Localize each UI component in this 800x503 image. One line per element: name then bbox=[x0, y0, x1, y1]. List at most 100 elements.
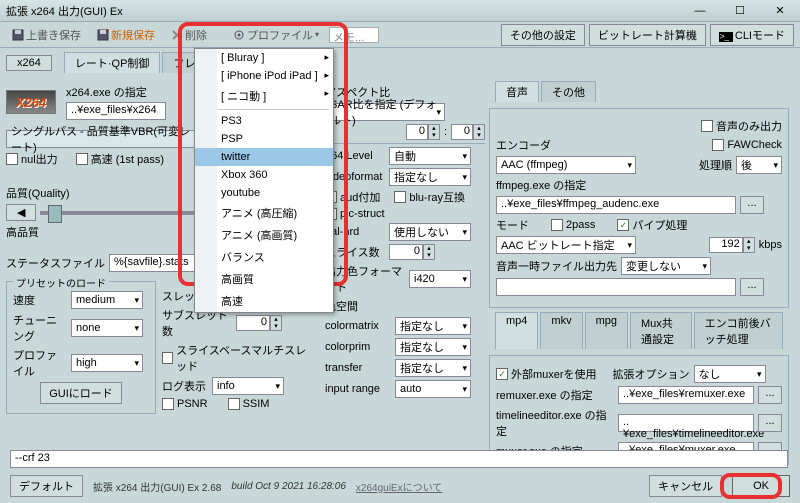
quality-left[interactable]: ◀ bbox=[6, 204, 36, 221]
profile-item-9[interactable]: アニメ (高画質) bbox=[195, 224, 333, 246]
profile-item-8[interactable]: アニメ (高圧縮) bbox=[195, 202, 333, 224]
vfmt-combo[interactable]: 指定なし bbox=[389, 168, 471, 186]
tr-label: transfer bbox=[325, 362, 391, 374]
pipe-checkbox[interactable]: ✓パイプ処理 bbox=[617, 217, 687, 233]
subtab-rate[interactable]: レート·QP制御 bbox=[64, 52, 161, 73]
level-combo[interactable]: 自動 bbox=[389, 147, 471, 165]
delete-button[interactable]: 削除 bbox=[165, 25, 213, 45]
maximize-button[interactable]: ☐ bbox=[720, 0, 760, 22]
ffpath-input[interactable]: ..¥exe_files¥ffmpeg_audenc.exe bbox=[496, 196, 736, 214]
quality-hi-label: 高品質 bbox=[6, 224, 39, 240]
kbps-label: kbps bbox=[759, 239, 782, 251]
other-settings-button[interactable]: その他の設定 bbox=[501, 24, 585, 46]
profile-item-1[interactable]: [ iPhone iPod iPad ] bbox=[195, 67, 333, 85]
memo-input[interactable]: メモ... bbox=[329, 27, 379, 43]
2pass-checkbox[interactable]: 2pass bbox=[551, 219, 595, 231]
ratemode-combo[interactable]: シングルパス - 品質基準VBR(可変レート) bbox=[6, 130, 206, 148]
gear-icon bbox=[233, 29, 245, 41]
close-button[interactable]: ✕ bbox=[760, 0, 800, 22]
minimize-button[interactable]: — bbox=[680, 0, 720, 22]
profile-item-11[interactable]: 高画質 bbox=[195, 268, 333, 290]
preset-group-label: プリセットのロード bbox=[13, 275, 109, 290]
muxtab-common[interactable]: Mux共通設定 bbox=[630, 312, 692, 349]
encoder-combo[interactable]: AAC (ffmpeg) bbox=[496, 156, 636, 174]
vfmt-label: videoformat bbox=[325, 171, 385, 183]
x264-tab[interactable]: x264 bbox=[6, 55, 52, 71]
newsave-button[interactable]: +新規保存 bbox=[91, 25, 161, 45]
remux-browse[interactable]: ... bbox=[758, 386, 782, 404]
quality-slider[interactable] bbox=[40, 211, 200, 215]
cancel-button[interactable]: キャンセル bbox=[649, 475, 722, 497]
bitrate-calc-button[interactable]: ビットレート計算機 bbox=[589, 24, 706, 46]
muxtab-batch[interactable]: エンコ前後バッチ処理 bbox=[694, 312, 783, 349]
log-label: ログ表示 bbox=[162, 378, 208, 394]
profile-item-5[interactable]: twitter bbox=[195, 148, 333, 166]
profile-item-12[interactable]: 高速 bbox=[195, 290, 333, 312]
slices-spin[interactable]: 0▴▾ bbox=[389, 244, 435, 260]
tle-label: timelineeditor.exe の指定 bbox=[496, 407, 614, 439]
ffpath-browse[interactable]: ... bbox=[740, 196, 764, 214]
cm-combo[interactable]: 指定なし bbox=[395, 317, 471, 335]
profile-item-3[interactable]: PS3 bbox=[195, 112, 333, 130]
slicemt-checkbox[interactable]: スライスベースマルチスレッド bbox=[162, 342, 314, 374]
speed-combo[interactable]: medium bbox=[71, 291, 143, 309]
x264exe-path[interactable]: ..¥exe_files¥x264 bbox=[66, 102, 166, 120]
ir-combo[interactable]: auto bbox=[395, 380, 471, 398]
extopt-label: 拡張オプション bbox=[613, 366, 690, 382]
muxtab-mkv[interactable]: mkv bbox=[540, 312, 582, 349]
terminal-icon: >_ bbox=[719, 32, 733, 42]
cli-mode-button[interactable]: >_CLIモード bbox=[710, 24, 794, 46]
extopt-combo[interactable]: なし bbox=[694, 365, 766, 383]
profile-item-2[interactable]: [ ニコ動 ] bbox=[195, 85, 333, 107]
sar-combo[interactable]: SAR比を指定 (デフォルト) bbox=[325, 103, 445, 121]
outfmt-combo[interactable]: i420 bbox=[409, 270, 471, 288]
profile-combo[interactable]: high bbox=[71, 354, 143, 372]
ssim-checkbox[interactable]: SSIM bbox=[228, 398, 270, 410]
save-button[interactable]: 上書き保存 bbox=[6, 25, 87, 45]
bluray-checkbox[interactable]: blu-ray互換 bbox=[394, 189, 465, 205]
tle-input[interactable]: ..¥exe_files¥timelineeditor.exe bbox=[618, 414, 754, 432]
profile-dropdown-menu: [ Bluray ][ iPhone iPod iPad ][ ニコ動 ] PS3… bbox=[194, 48, 334, 313]
tr-combo[interactable]: 指定なし bbox=[395, 359, 471, 377]
outfmt-label: 出力色フォーマット bbox=[325, 263, 405, 295]
psnr-checkbox[interactable]: PSNR bbox=[162, 398, 208, 410]
default-button[interactable]: デフォルト bbox=[10, 475, 83, 497]
subthreads-spin[interactable]: 0▴▾ bbox=[236, 315, 282, 331]
profile-dropdown-button[interactable]: プロファイル ▾ bbox=[227, 25, 325, 45]
faw-checkbox[interactable]: FAWCheck bbox=[712, 139, 782, 151]
tab-other[interactable]: その他 bbox=[541, 81, 596, 102]
slices-label: スライス数 bbox=[325, 244, 385, 260]
tle-browse[interactable]: ... bbox=[758, 414, 782, 432]
order-combo[interactable]: 後 bbox=[736, 156, 782, 174]
muxtab-mp4[interactable]: mp4 bbox=[495, 312, 538, 349]
ok-button[interactable]: OK bbox=[732, 475, 790, 497]
remux-input[interactable]: ..¥exe_files¥remuxer.exe bbox=[618, 386, 754, 404]
tab-audio[interactable]: 音声 bbox=[495, 81, 539, 102]
tmp-browse[interactable]: ... bbox=[740, 278, 764, 296]
log-combo[interactable]: info bbox=[212, 377, 284, 395]
bitrate-spin[interactable]: 192▴▾ bbox=[709, 237, 755, 253]
profile-item-6[interactable]: Xbox 360 bbox=[195, 166, 333, 184]
load-preset-button[interactable]: GUIにロード bbox=[40, 382, 122, 404]
extmuxer-checkbox[interactable]: ✓外部muxerを使用 bbox=[496, 366, 597, 382]
build-label: build Oct 9 2021 16:28:06 bbox=[231, 481, 346, 492]
tmp-path[interactable] bbox=[496, 278, 736, 296]
ffpath-label: ffmpeg.exe の指定 bbox=[496, 177, 586, 193]
nalhrd-label: nal-hrd bbox=[325, 226, 385, 238]
aacmode-combo[interactable]: AAC ビットレート指定 bbox=[496, 236, 636, 254]
sar-b[interactable]: 0▴▾ bbox=[451, 124, 485, 140]
profile-item-10[interactable]: バランス bbox=[195, 246, 333, 268]
muxtab-mpg[interactable]: mpg bbox=[585, 312, 628, 349]
profile-item-0[interactable]: [ Bluray ] bbox=[195, 49, 333, 67]
profile-item-4[interactable]: PSP bbox=[195, 130, 333, 148]
tune-combo[interactable]: none bbox=[71, 319, 143, 337]
nalhrd-combo[interactable]: 使用しない bbox=[389, 223, 471, 241]
cp-combo[interactable]: 指定なし bbox=[395, 338, 471, 356]
cp-label: colorprim bbox=[325, 341, 391, 353]
audioonly-checkbox[interactable]: 音声のみ出力 bbox=[701, 118, 782, 134]
profile-item-7[interactable]: youtube bbox=[195, 184, 333, 202]
level-label: 264 Level bbox=[325, 150, 385, 162]
about-link[interactable]: x264guiExについて bbox=[356, 479, 442, 494]
crf-input[interactable]: --crf 23 bbox=[10, 450, 788, 468]
tmp-combo[interactable]: 変更しない bbox=[621, 257, 711, 275]
